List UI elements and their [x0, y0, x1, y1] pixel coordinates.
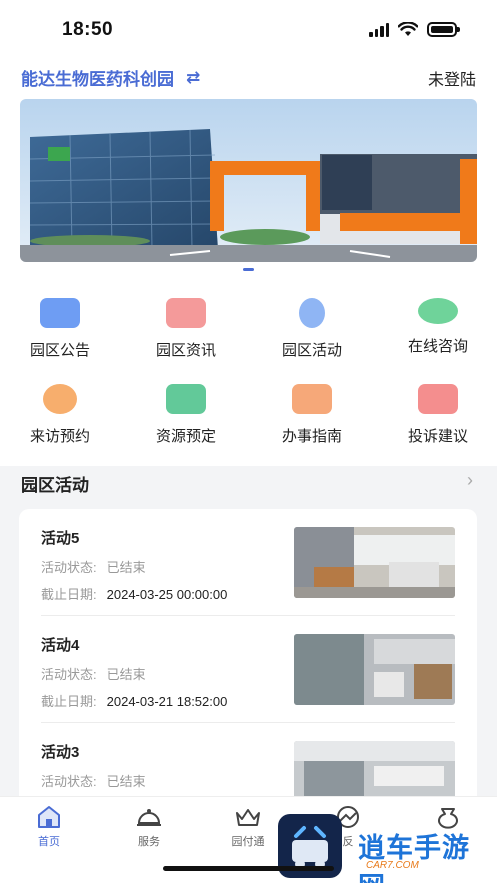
- grid-item-resource[interactable]: 资源预定: [136, 384, 236, 446]
- home-icon: [19, 805, 79, 829]
- activity-item[interactable]: 活动4 活动状态: 已结束 截止日期: 2024-03-21 18:52:00: [19, 616, 477, 723]
- grid-item-complaint[interactable]: 投诉建议: [388, 384, 488, 446]
- mail-icon: [418, 384, 458, 414]
- tab-home[interactable]: 首页: [19, 805, 79, 849]
- grid-item-label: 资源预定: [155, 428, 216, 445]
- activity-thumbnail: [294, 634, 455, 705]
- resource-icon: [166, 384, 206, 414]
- banner-carousel[interactable]: [20, 99, 477, 262]
- deadline-value: 2024-03-25 00:00:00: [106, 587, 228, 602]
- grid-item-consult[interactable]: 在线咨询: [388, 298, 488, 356]
- deadline-value: 2024-03-21 18:52:00: [106, 694, 228, 709]
- activity-title: 活动4: [41, 637, 80, 654]
- deadline-label: 截止日期:: [41, 694, 97, 709]
- guide-icon: [292, 384, 332, 414]
- wifi-icon: [398, 22, 418, 36]
- grid-item-label: 园区活动: [281, 342, 342, 359]
- activity-deadline: 截止日期: 2024-03-25 00:00:00: [41, 584, 227, 603]
- watermark: 逍车手游网 CAR7.COM: [278, 808, 497, 883]
- swap-arrows-icon[interactable]: ⇄: [186, 68, 200, 88]
- grid-item-visit[interactable]: 来访预约: [10, 384, 110, 446]
- chat-icon: [418, 298, 458, 324]
- activity-status: 活动状态: 已结束: [41, 771, 146, 790]
- park-switcher[interactable]: 能达生物医药科创园 ⇄: [21, 65, 200, 90]
- activity-status: 活动状态: 已结束: [41, 664, 146, 683]
- grid-item-label: 园区资讯: [155, 342, 216, 359]
- activity-deadline: 截止日期: 2024-03-21 18:52:00: [41, 691, 227, 710]
- header: 能达生物医药科创园 ⇄ 未登陆: [0, 60, 497, 96]
- grid-item-label: 投诉建议: [407, 428, 468, 445]
- status-label: 活动状态:: [41, 667, 97, 682]
- battery-icon: [427, 22, 460, 37]
- watermark-text: 逍车手游网: [358, 833, 470, 883]
- activity-thumbnail: [294, 527, 455, 598]
- watermark-sub: CAR7.COM: [366, 860, 419, 871]
- deadline-label: 截止日期:: [41, 587, 97, 602]
- crown-icon: [218, 805, 278, 829]
- tab-label: 首页: [38, 836, 60, 848]
- banner-image: [20, 99, 477, 262]
- tab-label: 园付通: [231, 836, 265, 848]
- notice-icon: [40, 298, 80, 328]
- grid-item-label: 办事指南: [281, 428, 342, 445]
- grid-item-news[interactable]: 园区资讯: [136, 298, 236, 360]
- status-label: 活动状态:: [41, 774, 97, 789]
- signal-icon: [369, 22, 389, 37]
- news-icon: [166, 298, 206, 328]
- status-icons: [369, 22, 460, 37]
- activity-item[interactable]: 活动5 活动状态: 已结束 截止日期: 2024-03-25 00:00:00: [19, 509, 477, 616]
- calendar-icon: [43, 384, 77, 414]
- status-value: 已结束: [106, 667, 146, 682]
- grid-item-activity[interactable]: 园区活动: [262, 298, 362, 360]
- carousel-indicator: [243, 268, 254, 271]
- grid-item-label: 在线咨询: [407, 338, 468, 355]
- park-name: 能达生物医药科创园: [21, 70, 174, 89]
- home-indicator: [163, 866, 334, 871]
- tab-payment[interactable]: 园付通: [218, 805, 278, 849]
- activity-list: 活动5 活动状态: 已结束 截止日期: 2024-03-25 00:00:00 活动…: [19, 509, 477, 809]
- grid-item-label: 园区公告: [29, 342, 90, 359]
- login-link[interactable]: 未登陆: [428, 66, 476, 90]
- grid-item-notice[interactable]: 园区公告: [10, 298, 110, 360]
- status-value: 已结束: [106, 560, 146, 575]
- status-time: 18:50: [62, 19, 114, 40]
- status-label: 活动状态:: [41, 560, 97, 575]
- tab-label: 服务: [138, 836, 160, 848]
- activity-title: 活动5: [41, 530, 80, 547]
- status-value: 已结束: [106, 774, 146, 789]
- status-bar: 18:50: [0, 0, 497, 60]
- section-title: 园区活动: [21, 476, 89, 495]
- grid-item-label: 来访预约: [29, 428, 90, 445]
- balloon-icon: [299, 298, 325, 328]
- tab-service[interactable]: 服务: [119, 805, 179, 849]
- chevron-right-icon[interactable]: ›: [467, 470, 473, 491]
- activity-title: 活动3: [41, 744, 80, 761]
- service-bell-icon: [119, 805, 179, 829]
- activity-status: 活动状态: 已结束: [41, 557, 146, 576]
- grid-item-guide[interactable]: 办事指南: [262, 384, 362, 446]
